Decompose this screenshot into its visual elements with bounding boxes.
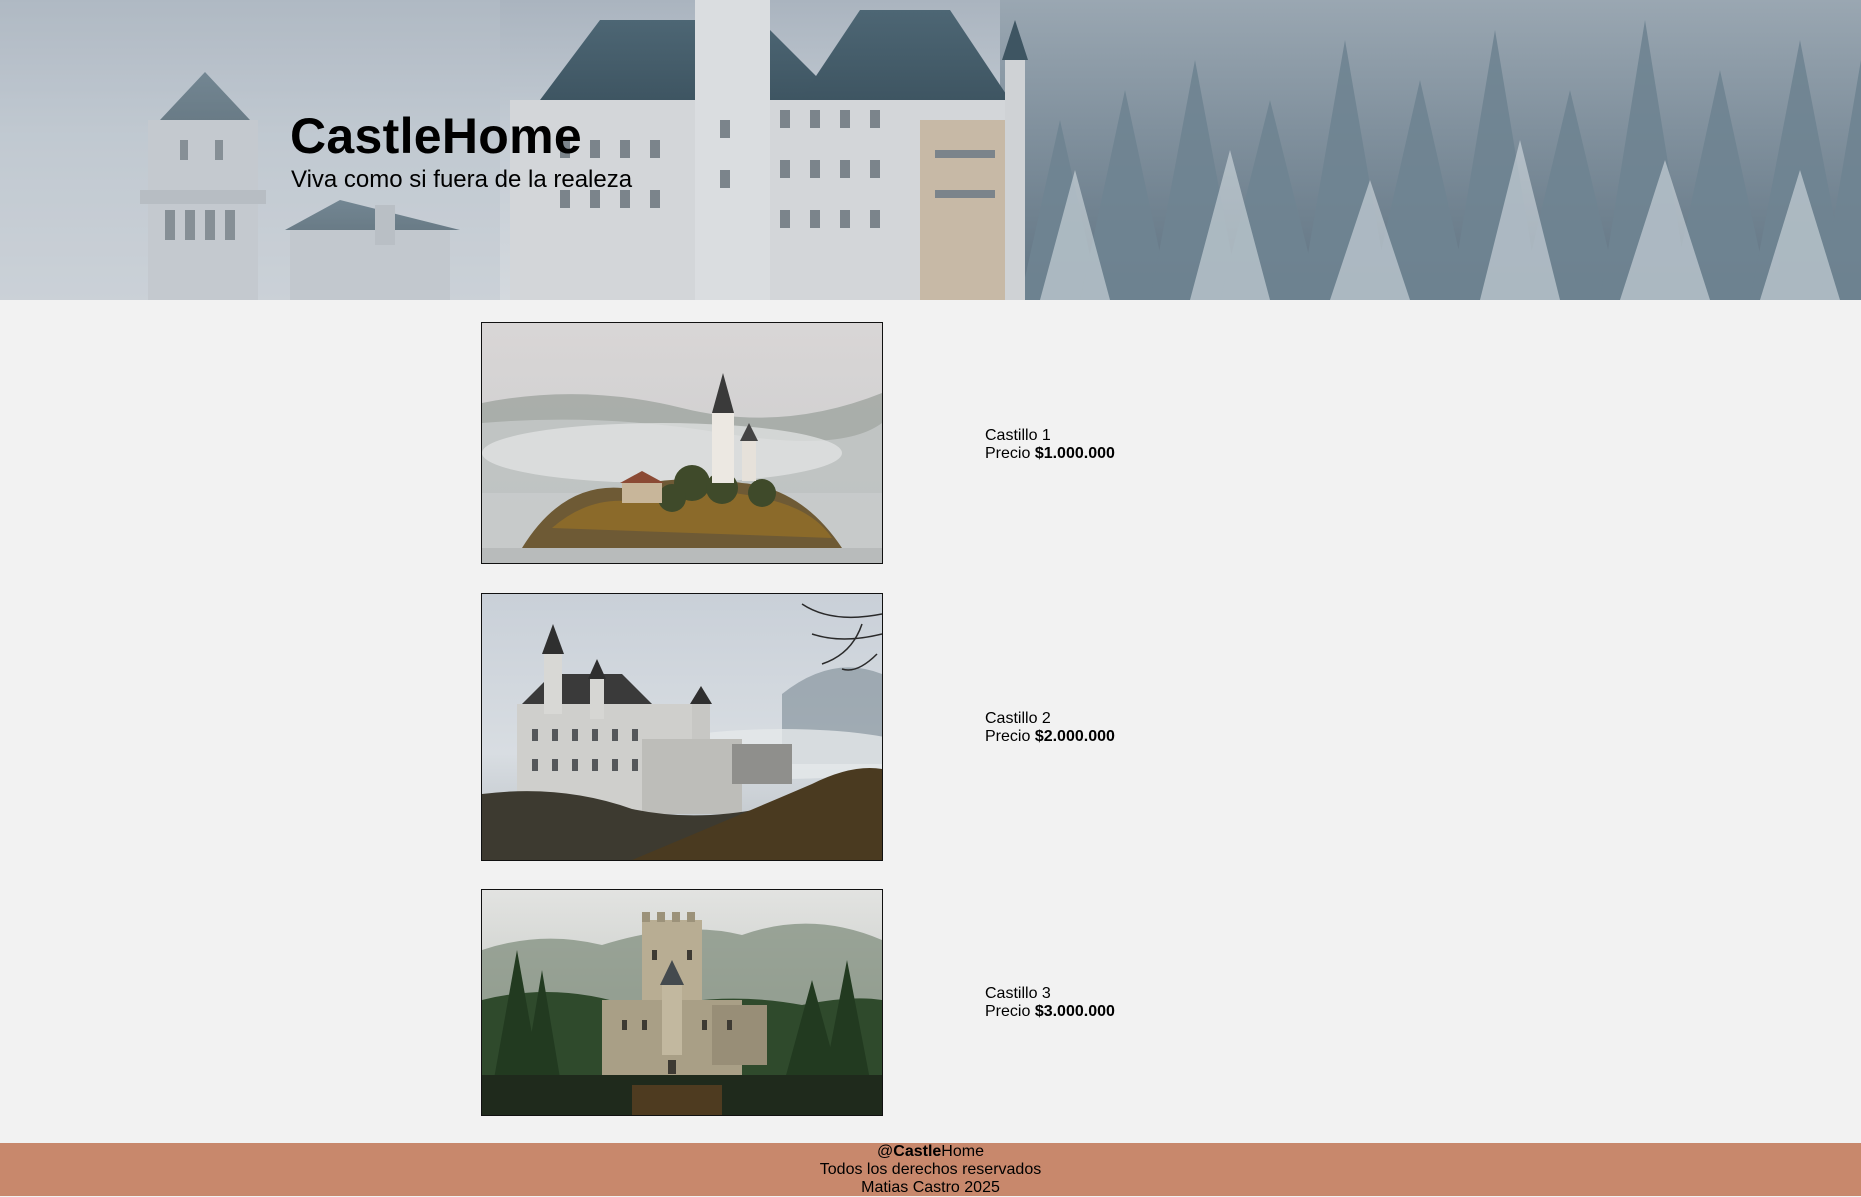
listing-price: $1.000.000 (1034, 445, 1115, 462)
price-label: Precio (985, 445, 1031, 462)
site-tagline: Viva como si fuera de la realeza (291, 166, 633, 193)
site-footer: @CastleHome Todos los derechos reservado… (0, 1143, 1861, 1196)
castle-photo (481, 593, 883, 861)
footer-credit: Matias Castro 2025 (861, 1179, 1000, 1196)
footer-handle-rest: Home (941, 1143, 984, 1160)
listing-price: $2.000.000 (1034, 728, 1115, 745)
castle-photo (481, 889, 883, 1116)
listing-info: Castillo 1 Precio $1.000.000 (985, 427, 1115, 463)
price-label: Precio (985, 1003, 1031, 1020)
forest-fortress-photo (482, 890, 882, 1115)
listing-price-line: Precio $1.000.000 (985, 445, 1115, 463)
listing-price: $3.000.000 (1034, 1003, 1115, 1020)
misty-castle-photo (482, 594, 882, 860)
lake-island-church-photo (482, 323, 882, 563)
footer-handle-prefix: @ (877, 1143, 894, 1160)
price-label: Precio (985, 728, 1031, 745)
listing-name: Castillo 1 (985, 427, 1051, 444)
listing-name: Castillo 2 (985, 710, 1051, 727)
listing-name: Castillo 3 (985, 985, 1051, 1002)
site-title: CastleHome (290, 108, 582, 164)
listing-price-line: Precio $3.000.000 (985, 1003, 1115, 1021)
footer-handle: @CastleHome (0, 1143, 1861, 1161)
footer-handle-bold: Castle (893, 1143, 942, 1160)
footer-rights: Todos los derechos reservados (819, 1161, 1042, 1178)
hero-banner: CastleHome Viva como si fuera de la real… (0, 0, 1861, 300)
listing-price-line: Precio $2.000.000 (985, 728, 1115, 746)
castle-photo (481, 322, 883, 564)
listing-info: Castillo 3 Precio $3.000.000 (985, 985, 1115, 1021)
castle-hero-photo (0, 0, 1861, 300)
listing-info: Castillo 2 Precio $2.000.000 (985, 710, 1115, 746)
